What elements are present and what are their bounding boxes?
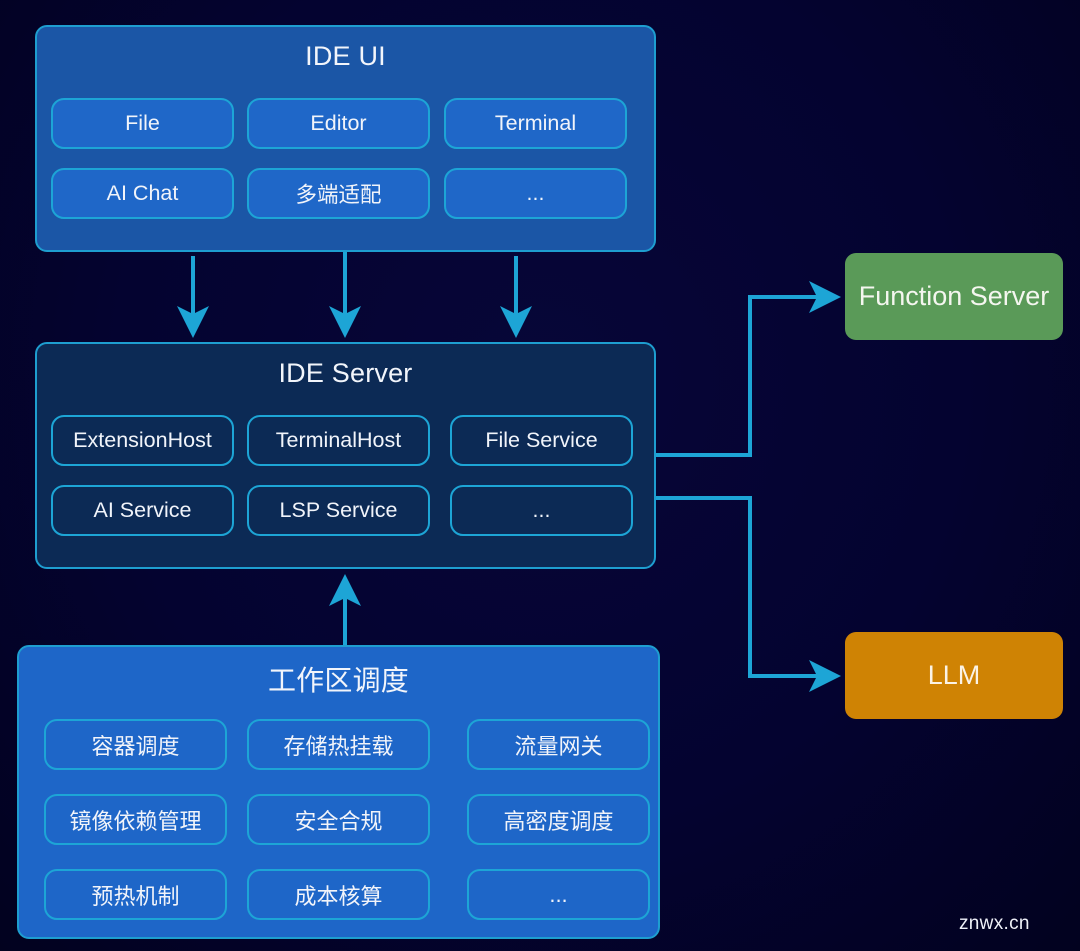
workspace-item-storage-hot-mount: 存储热挂载	[247, 719, 430, 770]
ide-ui-item-editor: Editor	[247, 98, 430, 149]
ide-server-item-lsp-service: LSP Service	[247, 485, 430, 536]
workspace-item-security-compliance: 安全合规	[247, 794, 430, 845]
ide-server-title: IDE Server	[278, 358, 413, 388]
workspace-item-more: ...	[467, 869, 650, 920]
watermark: znwx.cn	[959, 913, 1030, 934]
llm-node: LLM	[845, 632, 1063, 719]
ide-ui-item-ai-chat: AI Chat	[51, 168, 234, 219]
workspace-item-cost-accounting: 成本核算	[247, 869, 430, 920]
arrow-server-to-function-server	[656, 281, 841, 457]
workspace-item-container-scheduling: 容器调度	[44, 719, 227, 770]
workspace-item-traffic-gateway: 流量网关	[467, 719, 650, 770]
workspace-scheduling-title: 工作区调度	[267, 665, 409, 696]
arrow-server-to-llm	[656, 496, 841, 692]
workspace-item-image-dependency: 镜像依赖管理	[44, 794, 227, 845]
ide-server-item-extension-host: ExtensionHost	[51, 415, 234, 466]
ide-ui-item-terminal: Terminal	[444, 98, 627, 149]
ide-ui-item-file: File	[51, 98, 234, 149]
ide-ui-item-more: ...	[444, 168, 627, 219]
ide-server-item-file-service: File Service	[450, 415, 633, 466]
workspace-item-prewarm: 预热机制	[44, 869, 227, 920]
ide-ui-item-multi-device: 多端适配	[247, 168, 430, 219]
ide-server-item-more: ...	[450, 485, 633, 536]
ide-server-item-ai-service: AI Service	[51, 485, 234, 536]
ide-server-item-terminal-host: TerminalHost	[247, 415, 430, 466]
function-server-node: Function Server	[845, 253, 1063, 340]
workspace-item-high-density: 高密度调度	[467, 794, 650, 845]
ide-ui-title: IDE UI	[305, 41, 386, 71]
